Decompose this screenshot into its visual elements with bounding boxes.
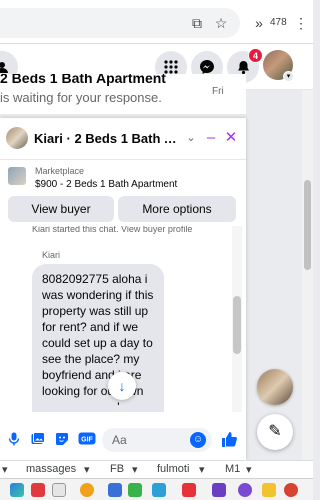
photo-icon[interactable]	[30, 432, 46, 448]
chat-header: Kiari · 2 Beds 1 Bath Apart... ⌄ – ✕	[0, 118, 246, 160]
star-icon[interactable]: ☆	[212, 14, 230, 32]
chevron-down-icon[interactable]: ⌄	[182, 129, 200, 147]
bookmark-chevron-icon[interactable]: ▾	[2, 463, 8, 476]
close-icon[interactable]: ✕	[222, 129, 240, 147]
notification-title: 2 Beds 1 Bath Apartment	[0, 74, 166, 86]
app-icon[interactable]	[238, 483, 252, 497]
marketplace-listing[interactable]: Marketplace $900 - 2 Beds 1 Bath Apartme…	[0, 160, 246, 194]
page-scrollbar[interactable]	[302, 90, 313, 460]
bookmarks-bar: ▾ massages ▾ FB ▾ fulmoti ▾ M1 ▾	[0, 460, 313, 478]
chat-title[interactable]: Kiari · 2 Beds 1 Bath Apart...	[34, 131, 182, 146]
app-icon[interactable]	[108, 483, 122, 497]
app-icon[interactable]	[284, 483, 298, 497]
chevron-down-icon[interactable]: ▾	[283, 71, 294, 82]
browser-toolbar: ⧉ ☆ » 478 ⋮	[0, 0, 313, 44]
bookmark-chevron-icon[interactable]: ▾	[132, 463, 138, 476]
message-input[interactable]: Aa ☺	[102, 428, 212, 452]
gif-icon[interactable]: GIF	[78, 432, 96, 448]
listing-title: $900 - 2 Beds 1 Bath Apartment	[35, 179, 178, 190]
notification-time: Fri	[212, 86, 224, 97]
message-list[interactable]: Kiari started this chat. View buyer prof…	[0, 226, 246, 412]
bookmark-chevron-icon[interactable]: ▾	[199, 463, 205, 476]
more-options-button[interactable]: More options	[118, 196, 236, 222]
marketplace-label: Marketplace	[35, 166, 85, 176]
chat-scrollbar-thumb[interactable]	[233, 296, 241, 354]
bookmark-chevron-icon[interactable]: ▾	[246, 463, 252, 476]
app-icon[interactable]	[128, 483, 142, 497]
page-scrollbar-thumb[interactable]	[304, 180, 311, 270]
view-buyer-button[interactable]: View buyer	[8, 196, 114, 222]
kebab-menu-icon[interactable]: ⋮	[292, 14, 310, 32]
bookmark-item[interactable]: M1	[225, 463, 240, 475]
chat-head-avatar[interactable]	[257, 369, 293, 405]
bookmark-chevron-icon[interactable]: ▾	[84, 463, 90, 476]
message-placeholder: Aa	[112, 433, 127, 447]
notification-item[interactable]: 2 Beds 1 Bath Apartment is waiting for y…	[0, 74, 246, 114]
svg-text:GIF: GIF	[81, 437, 93, 444]
bookmark-item[interactable]: massages	[26, 463, 76, 475]
microphone-icon[interactable]	[6, 432, 22, 448]
listing-thumbnail	[8, 167, 26, 185]
new-message-icon[interactable]: ✎	[257, 414, 293, 450]
app-icon[interactable]	[182, 483, 196, 497]
emoji-icon[interactable]: ☺	[190, 432, 206, 448]
chat-avatar[interactable]	[6, 127, 28, 149]
sender-name: Kiari	[42, 250, 61, 260]
sticker-icon[interactable]	[54, 432, 70, 448]
scroll-down-icon[interactable]: ↓	[108, 372, 136, 400]
cast-icon[interactable]: ⧉	[188, 14, 206, 32]
taskbar	[0, 478, 313, 500]
message-bubble: 8082092775 aloha i was wondering if this…	[32, 264, 164, 412]
app-icon[interactable]	[31, 483, 45, 497]
message-bubble	[32, 402, 124, 412]
app-icon[interactable]	[10, 483, 24, 497]
minimize-icon[interactable]: –	[202, 129, 220, 147]
chat-started-notice: Kiari started this chat. View buyer prof…	[32, 226, 193, 234]
notification-subtitle: is waiting for your response.	[0, 90, 162, 105]
bookmark-item[interactable]: fulmoti	[157, 463, 189, 475]
bookmark-item[interactable]: FB	[110, 463, 124, 475]
app-icon[interactable]	[262, 483, 276, 497]
extensions-overflow-icon[interactable]: »	[250, 14, 268, 32]
notification-badge: 4	[248, 48, 263, 63]
chat-window: Kiari · 2 Beds 1 Bath Apart... ⌄ – ✕ Mar…	[0, 118, 246, 460]
app-icon[interactable]	[80, 483, 94, 497]
tab-count: 478	[270, 17, 287, 28]
app-icon[interactable]	[52, 483, 66, 497]
app-icon[interactable]	[152, 483, 166, 497]
message-composer: GIF Aa ☺	[0, 420, 246, 460]
app-icon[interactable]	[212, 483, 226, 497]
like-icon[interactable]	[220, 430, 238, 448]
